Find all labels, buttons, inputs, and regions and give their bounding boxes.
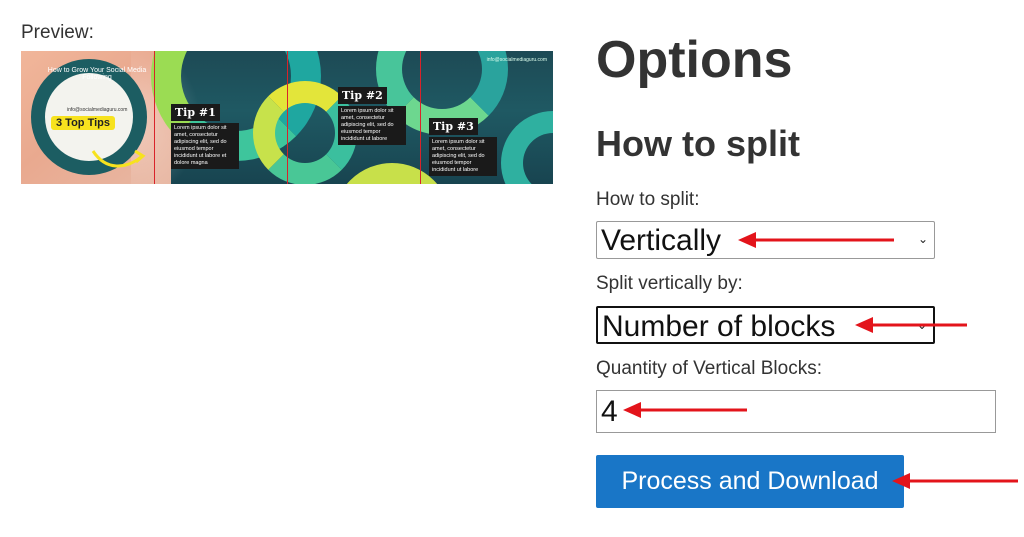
tip-card-2: Tip #2 Lorem ipsum dolor sit amet, conse… <box>338 86 406 145</box>
chevron-down-icon: ⌄ <box>917 232 928 246</box>
preview-email: info@socialmediaguru.com <box>486 57 547 63</box>
badge-ring-text: How to Grow Your Social Media Following <box>47 67 147 81</box>
split-line <box>154 51 155 184</box>
swirl-arrow-icon <box>91 149 146 168</box>
red-arrow-icon <box>738 232 894 248</box>
tip-title: Tip #1 <box>171 104 220 121</box>
split-line <box>287 51 288 184</box>
split-by-value: Number of blocks <box>602 310 836 343</box>
tip-title: Tip #3 <box>429 118 478 135</box>
preview-image: How to Grow Your Social Media Following … <box>21 51 553 184</box>
red-arrow-icon <box>855 317 967 333</box>
badge-contact: info@socialmediaguru.com <box>67 107 128 113</box>
split-by-label: Split vertically by: <box>596 273 743 294</box>
how-to-split-value: Vertically <box>601 224 722 257</box>
tip-card-1: Tip #1 Lorem ipsum dolor sit amet, conse… <box>171 103 239 169</box>
red-arrow-icon <box>892 473 1018 489</box>
tip-card-3: Tip #3 Lorem ipsum dolor sit amet, conse… <box>429 117 497 176</box>
how-to-split-label: How to split: <box>596 189 700 210</box>
tip-title: Tip #2 <box>338 87 387 104</box>
preview-label: Preview: <box>21 22 94 43</box>
tip-body: Lorem ipsum dolor sit amet, consectetur … <box>171 123 239 169</box>
tip-body: Lorem ipsum dolor sit amet, consectetur … <box>429 137 497 176</box>
badge-tips-label: 3 Top Tips <box>51 116 115 130</box>
process-and-download-button[interactable]: Process and Download <box>596 455 904 508</box>
red-arrow-icon <box>623 402 747 418</box>
quantity-label: Quantity of Vertical Blocks: <box>596 358 822 379</box>
options-heading: Options <box>596 31 793 89</box>
how-to-split-heading: How to split <box>596 123 800 164</box>
split-line <box>420 51 421 184</box>
gradient-ring <box>501 111 553 184</box>
quantity-value: 4 <box>601 395 618 428</box>
tip-body: Lorem ipsum dolor sit amet, consectetur … <box>338 106 406 145</box>
